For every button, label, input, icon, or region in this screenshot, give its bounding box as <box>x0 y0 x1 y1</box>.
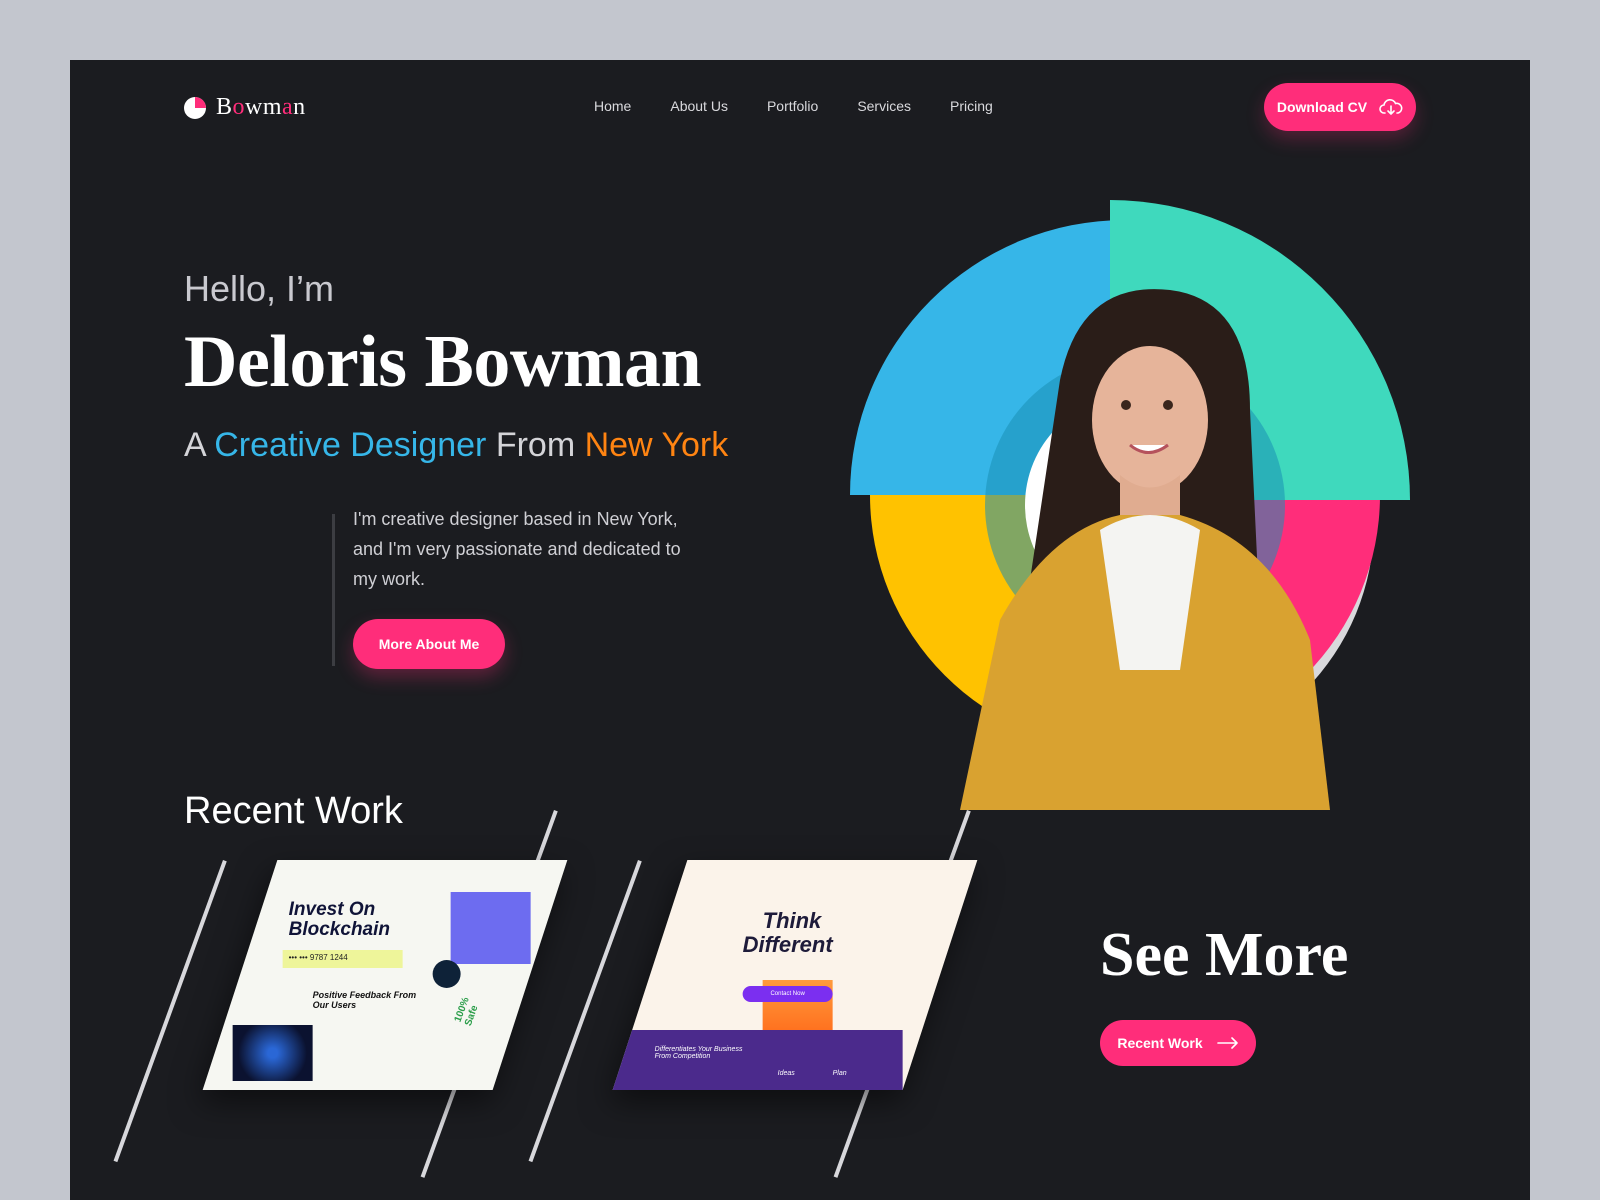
nav-portfolio[interactable]: Portfolio <box>767 98 818 114</box>
card-feedback: Positive Feedback From Our Users <box>312 990 417 1010</box>
card-footer: Differentiates Your Business From Compet… <box>654 1046 743 1060</box>
recent-work-button[interactable]: Recent Work <box>1100 1020 1256 1066</box>
logo-text: Bowman <box>216 94 306 120</box>
card-code: ••• ••• 9787 1244 <box>282 950 403 968</box>
card-tag-ideas: Ideas <box>777 1070 795 1077</box>
nav-services[interactable]: Services <box>857 98 911 114</box>
more-about-me-button[interactable]: More About Me <box>353 619 505 669</box>
nav-about-us[interactable]: About Us <box>670 98 728 114</box>
download-cv-button[interactable]: Download CV <box>1264 83 1416 131</box>
download-cv-label: Download CV <box>1276 99 1368 115</box>
hero-name: Deloris Bowman <box>184 321 702 403</box>
card-image <box>450 892 531 964</box>
intro-divider <box>332 514 335 666</box>
hero-portrait-art <box>850 200 1410 810</box>
nav-pricing[interactable]: Pricing <box>950 98 993 114</box>
bitcoin-image <box>232 1025 313 1081</box>
cloud-download-icon <box>1379 99 1403 115</box>
hero-tagline: A Creative Designer From New York <box>184 426 729 464</box>
brand-logo[interactable]: Bowman <box>184 94 306 121</box>
hero-greeting: Hello, I’m <box>184 268 335 309</box>
card-headline-1: Think <box>762 908 822 933</box>
card-tag-plan: Plan <box>832 1070 847 1077</box>
card-cta: Contact Now <box>742 986 833 1002</box>
main-nav: Home About Us Portfolio Services Pricing <box>594 98 993 114</box>
portfolio-card-blockchain[interactable]: Invest On Blockchain ••• ••• 9787 1244 P… <box>202 860 568 1090</box>
arrow-up-right-icon <box>432 960 461 988</box>
card-safe: 100% Safe <box>452 995 481 1028</box>
card-headline: Invest On Blockchain <box>288 899 391 940</box>
hero-intro: I'm creative designer based in New York,… <box>353 509 681 589</box>
see-more-title: See More <box>1100 921 1349 989</box>
portfolio-card-think-different[interactable]: Think Different Contact Now Differentiat… <box>612 860 978 1090</box>
card-headline-2: Different <box>742 932 833 957</box>
recent-work-title: Recent Work <box>184 790 403 832</box>
arrow-right-icon <box>1216 1037 1238 1049</box>
card-footer-band: Differentiates Your Business From Compet… <box>612 1030 903 1090</box>
logo-mark-icon <box>184 96 206 119</box>
divider-slash <box>113 860 227 1163</box>
page-frame: Bowman Home About Us Portfolio Services … <box>70 60 1530 1200</box>
nav-home[interactable]: Home <box>594 98 631 114</box>
recent-work-button-label: Recent Work <box>1117 1035 1203 1051</box>
